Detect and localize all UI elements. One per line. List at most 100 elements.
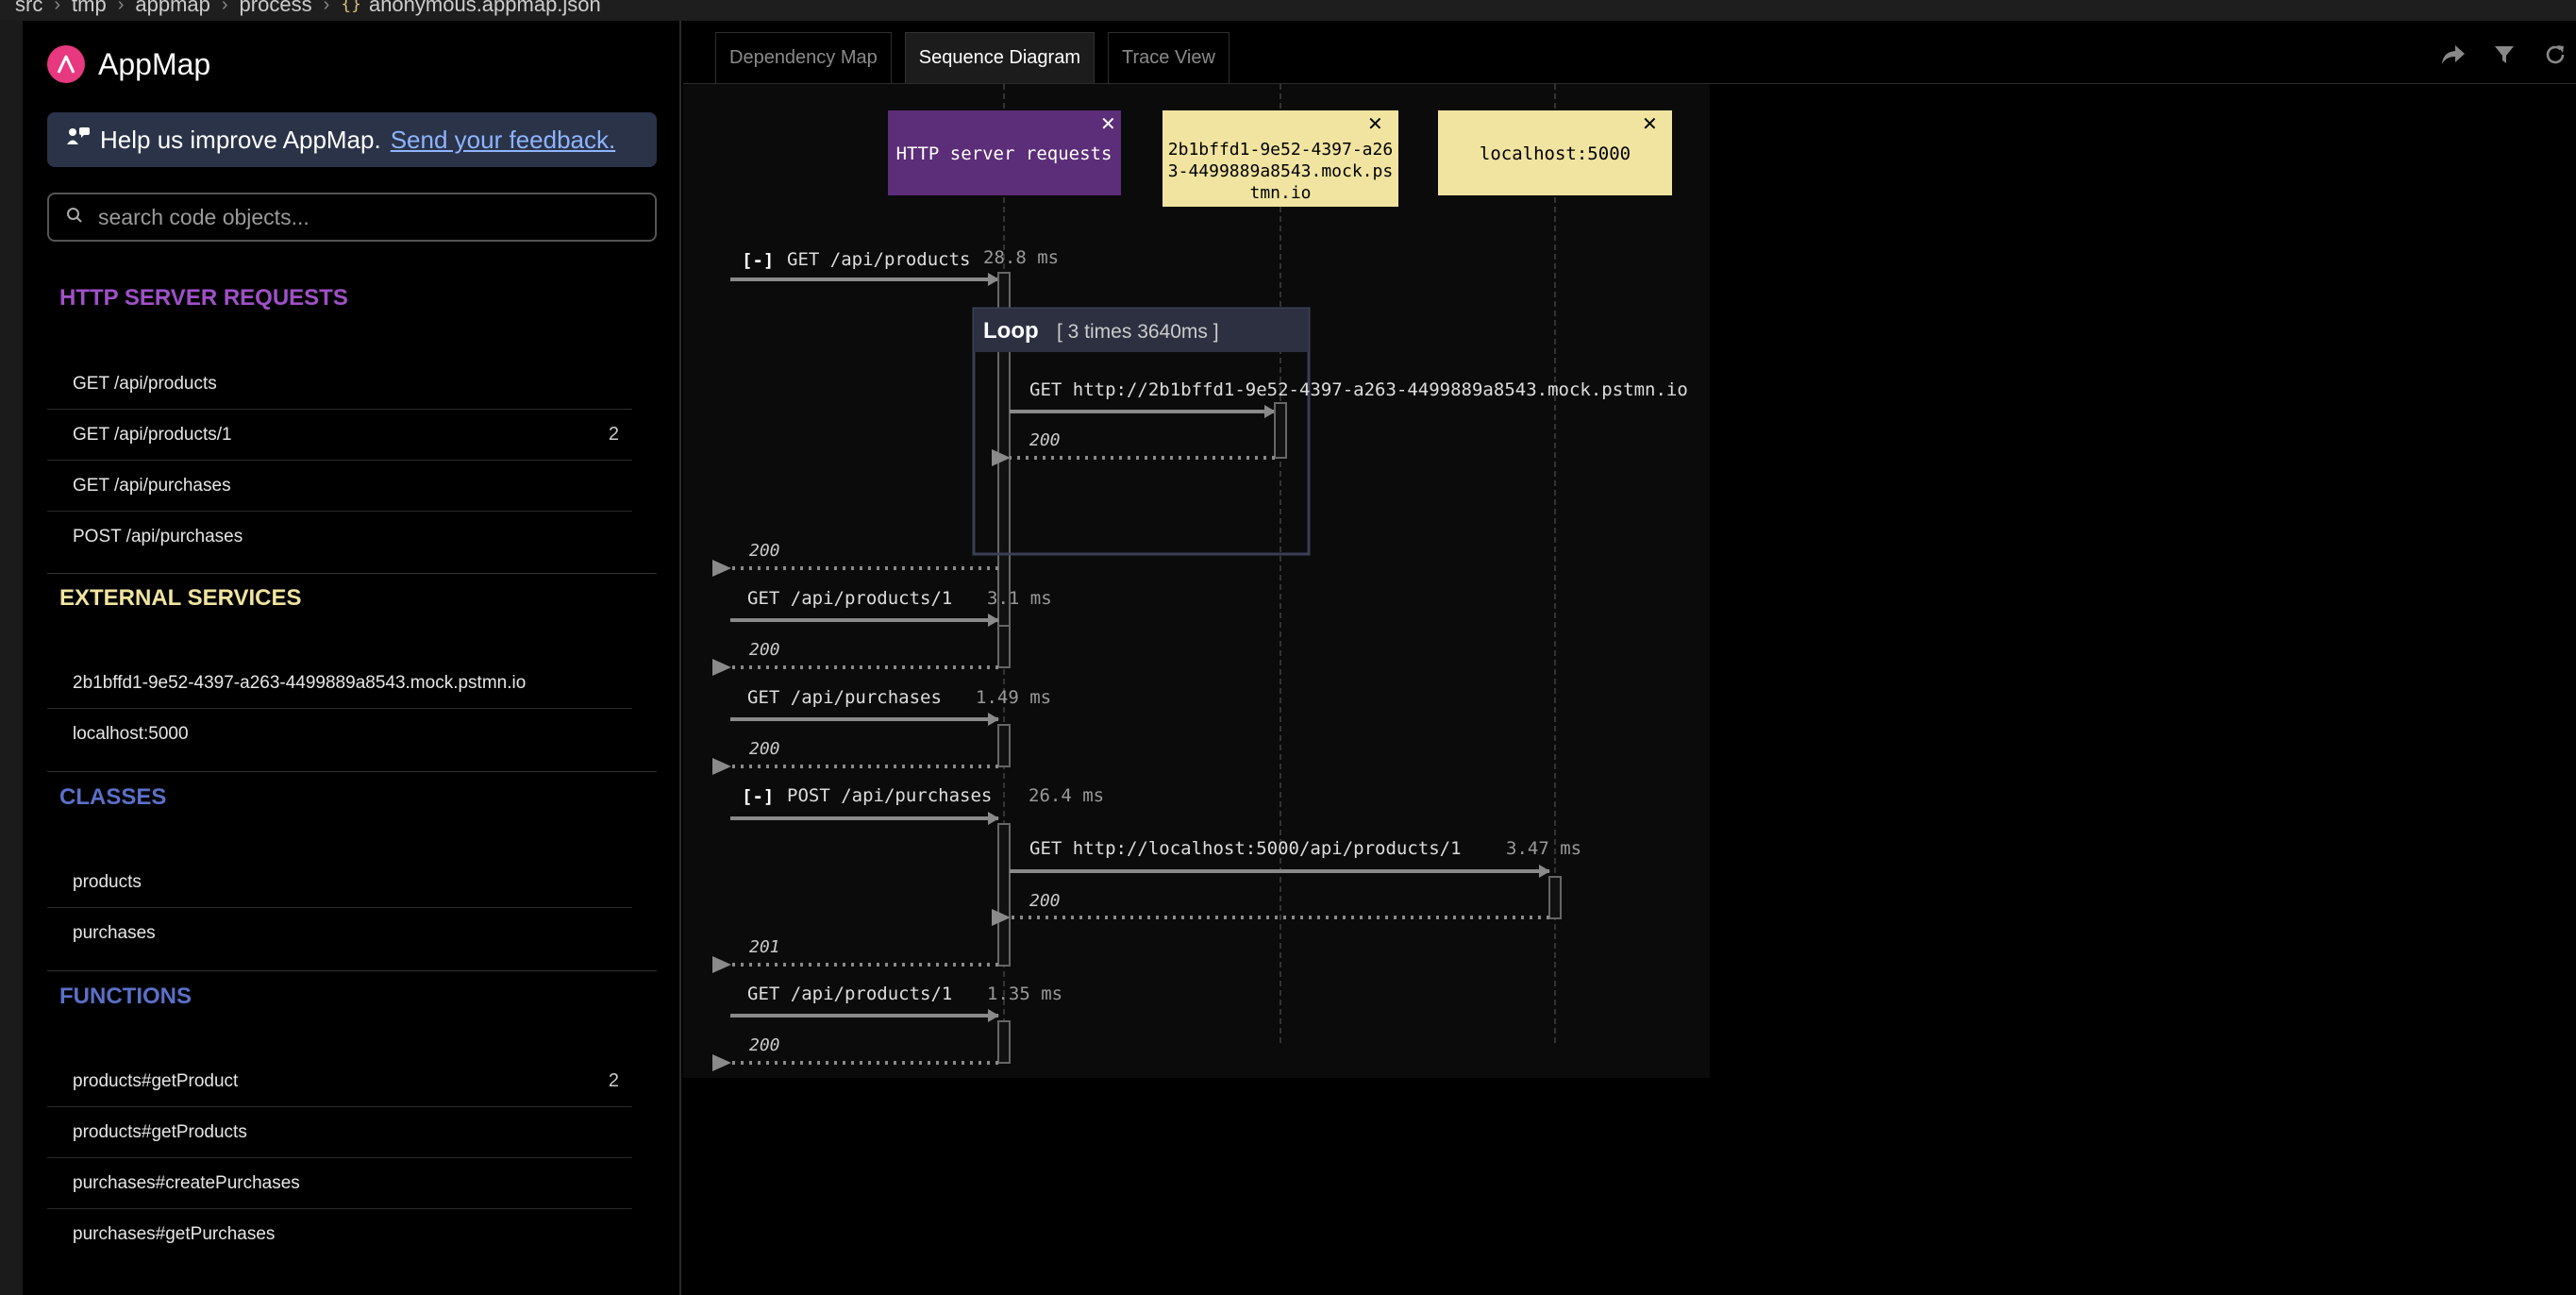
- list-item-label: GET /api/products/1: [73, 424, 232, 445]
- call-label[interactable]: POST /api/purchases: [787, 785, 992, 806]
- list-item-label: POST /api/purchases: [73, 527, 243, 547]
- activation-bar: [1274, 402, 1287, 459]
- breadcrumb-item[interactable]: process: [240, 0, 312, 15]
- breadcrumb-file[interactable]: anonymous.appmap.json: [369, 0, 601, 15]
- list-item-label: GET /api/purchases: [73, 475, 231, 496]
- actor-http-server-requests[interactable]: HTTP server requests ✕: [888, 110, 1121, 195]
- call-label[interactable]: GET /api/products/1: [747, 984, 952, 1004]
- call-label[interactable]: GET /api/purchases: [747, 687, 942, 708]
- activation-bar: [997, 823, 1011, 967]
- chevron-right-icon: ›: [221, 0, 228, 15]
- activity-gutter: [0, 21, 23, 1295]
- call-duration: 1.49 ms: [976, 687, 1051, 708]
- search-box[interactable]: [47, 193, 657, 242]
- feedback-link[interactable]: Send your feedback.: [391, 126, 616, 155]
- sequence-diagram: HTTP server requests ✕ 2b1bffd1-9e52-439…: [683, 84, 1710, 1078]
- feedback-text: Help us improve AppMap.: [100, 125, 381, 154]
- json-file-icon: {}: [341, 0, 361, 14]
- list-item[interactable]: purchases#getPurchases: [47, 1209, 632, 1260]
- section-title-functions: FUNCTIONS: [59, 984, 192, 1009]
- divider: [47, 573, 657, 574]
- functions-list: products#getProduct 2 products#getProducts…: [47, 1056, 657, 1260]
- list-item[interactable]: products: [47, 857, 632, 908]
- tab-dependency-map[interactable]: Dependency Map: [715, 32, 892, 83]
- list-item[interactable]: POST /api/purchases: [47, 512, 632, 563]
- call-label[interactable]: GET /api/products: [787, 249, 970, 270]
- actor-localhost[interactable]: localhost:5000 ✕: [1438, 110, 1672, 195]
- feedback-banner: Help us improve AppMap. Send your feedba…: [47, 112, 657, 167]
- call-duration: 3.47 ms: [1506, 838, 1581, 859]
- breadcrumb-item[interactable]: src: [15, 0, 42, 15]
- actor-label: HTTP server requests: [896, 143, 1112, 164]
- return-value: 200: [1029, 891, 1061, 911]
- list-item[interactable]: GET /api/purchases: [47, 461, 632, 512]
- list-item-label: products#getProduct: [73, 1070, 239, 1091]
- breadcrumb-item[interactable]: tmp: [72, 0, 107, 15]
- list-item[interactable]: purchases#createPurchases: [47, 1158, 632, 1209]
- return-value: 200: [1029, 430, 1061, 450]
- loop-detail: [ 3 times 3640ms ]: [1057, 321, 1219, 343]
- divider: [47, 771, 657, 772]
- section-title-external: EXTERNAL SERVICES: [59, 585, 302, 611]
- actor-label: 2b1bffd1-9e52-4397-a26: [1168, 140, 1393, 160]
- return-value: 201: [749, 937, 780, 957]
- list-item[interactable]: products#getProducts: [47, 1107, 632, 1158]
- tab-sequence-diagram[interactable]: Sequence Diagram: [904, 32, 1095, 83]
- activation-bar: [997, 625, 1011, 668]
- search-input[interactable]: [98, 204, 627, 230]
- call-label[interactable]: GET http://2b1bffd1-9e52-4397-a263-44998…: [1029, 379, 1688, 400]
- return-value: 200: [749, 1035, 780, 1055]
- list-item[interactable]: 2b1bffd1-9e52-4397-a263-4499889a8543.moc…: [47, 658, 632, 709]
- list-item[interactable]: localhost:5000: [47, 709, 632, 760]
- actor-label: tmn.io: [1249, 183, 1311, 203]
- section-title-classes: CLASSES: [59, 784, 167, 810]
- tab-trace-view[interactable]: Trace View: [1108, 32, 1229, 83]
- list-item-label: 2b1bffd1-9e52-4397-a263-4499889a8543.moc…: [73, 672, 527, 693]
- count-badge: 2: [608, 424, 619, 445]
- sequence-diagram-canvas: HTTP server requests ✕ 2b1bffd1-9e52-439…: [712, 84, 1688, 1071]
- close-icon[interactable]: ✕: [1367, 114, 1383, 135]
- return-value: 200: [749, 739, 780, 759]
- collapse-toggle[interactable]: [-]: [742, 786, 774, 807]
- appmap-logo-icon: [47, 45, 85, 83]
- chevron-right-icon: ›: [54, 0, 60, 15]
- breadcrumb: src › tmp › appmap › process › {} anonym…: [0, 0, 2576, 21]
- call-duration: 28.8 ms: [983, 247, 1059, 268]
- main-panel: Dependency Map Sequence Diagram Trace Vi…: [683, 21, 2576, 1295]
- chevron-right-icon: ›: [117, 0, 125, 15]
- activation-bar: [997, 1020, 1011, 1064]
- search-icon: [66, 207, 83, 228]
- collapse-toggle[interactable]: [-]: [742, 250, 774, 271]
- feedback-icon: [66, 126, 91, 155]
- close-icon[interactable]: ✕: [1100, 114, 1116, 135]
- view-tabs: Dependency Map Sequence Diagram Trace Vi…: [715, 32, 1229, 83]
- actor-mock-service[interactable]: 2b1bffd1-9e52-4397-a26 3-4499889a8543.mo…: [1163, 110, 1398, 207]
- section-title-http: HTTP SERVER REQUESTS: [59, 285, 348, 311]
- appmap-logo: AppMap: [47, 45, 210, 83]
- call-duration: 1.35 ms: [987, 984, 1062, 1004]
- call-label[interactable]: GET /api/products/1: [747, 588, 952, 609]
- share-icon[interactable]: [2440, 42, 2467, 68]
- chevron-right-icon: ›: [323, 0, 330, 15]
- actor-label: 3-4499889a8543.mock.ps: [1168, 161, 1393, 181]
- actor-label: localhost:5000: [1480, 143, 1631, 164]
- refresh-icon[interactable]: [2542, 42, 2568, 68]
- sidebar: AppMap Help us improve AppMap. Send your…: [23, 21, 681, 1295]
- filter-icon[interactable]: [2491, 42, 2517, 68]
- call-label[interactable]: GET http://localhost:5000/api/products/1: [1029, 838, 1462, 859]
- list-item-label: purchases#getPurchases: [73, 1224, 276, 1244]
- return-value: 200: [749, 640, 780, 660]
- close-icon[interactable]: ✕: [1642, 114, 1658, 135]
- app-name: AppMap: [98, 46, 211, 81]
- http-requests-list: GET /api/products GET /api/products/1 2 GET…: [47, 359, 657, 563]
- activation-bar: [997, 724, 1011, 767]
- list-item[interactable]: purchases: [47, 908, 632, 959]
- list-item-label: products#getProducts: [73, 1121, 247, 1142]
- list-item[interactable]: products#getProduct 2: [47, 1056, 632, 1107]
- divider: [47, 970, 657, 971]
- count-badge: 2: [608, 1070, 619, 1091]
- breadcrumb-item[interactable]: appmap: [135, 0, 210, 15]
- classes-list: products purchases: [47, 857, 657, 959]
- list-item[interactable]: GET /api/products/1 2: [47, 410, 632, 461]
- list-item[interactable]: GET /api/products: [47, 359, 632, 410]
